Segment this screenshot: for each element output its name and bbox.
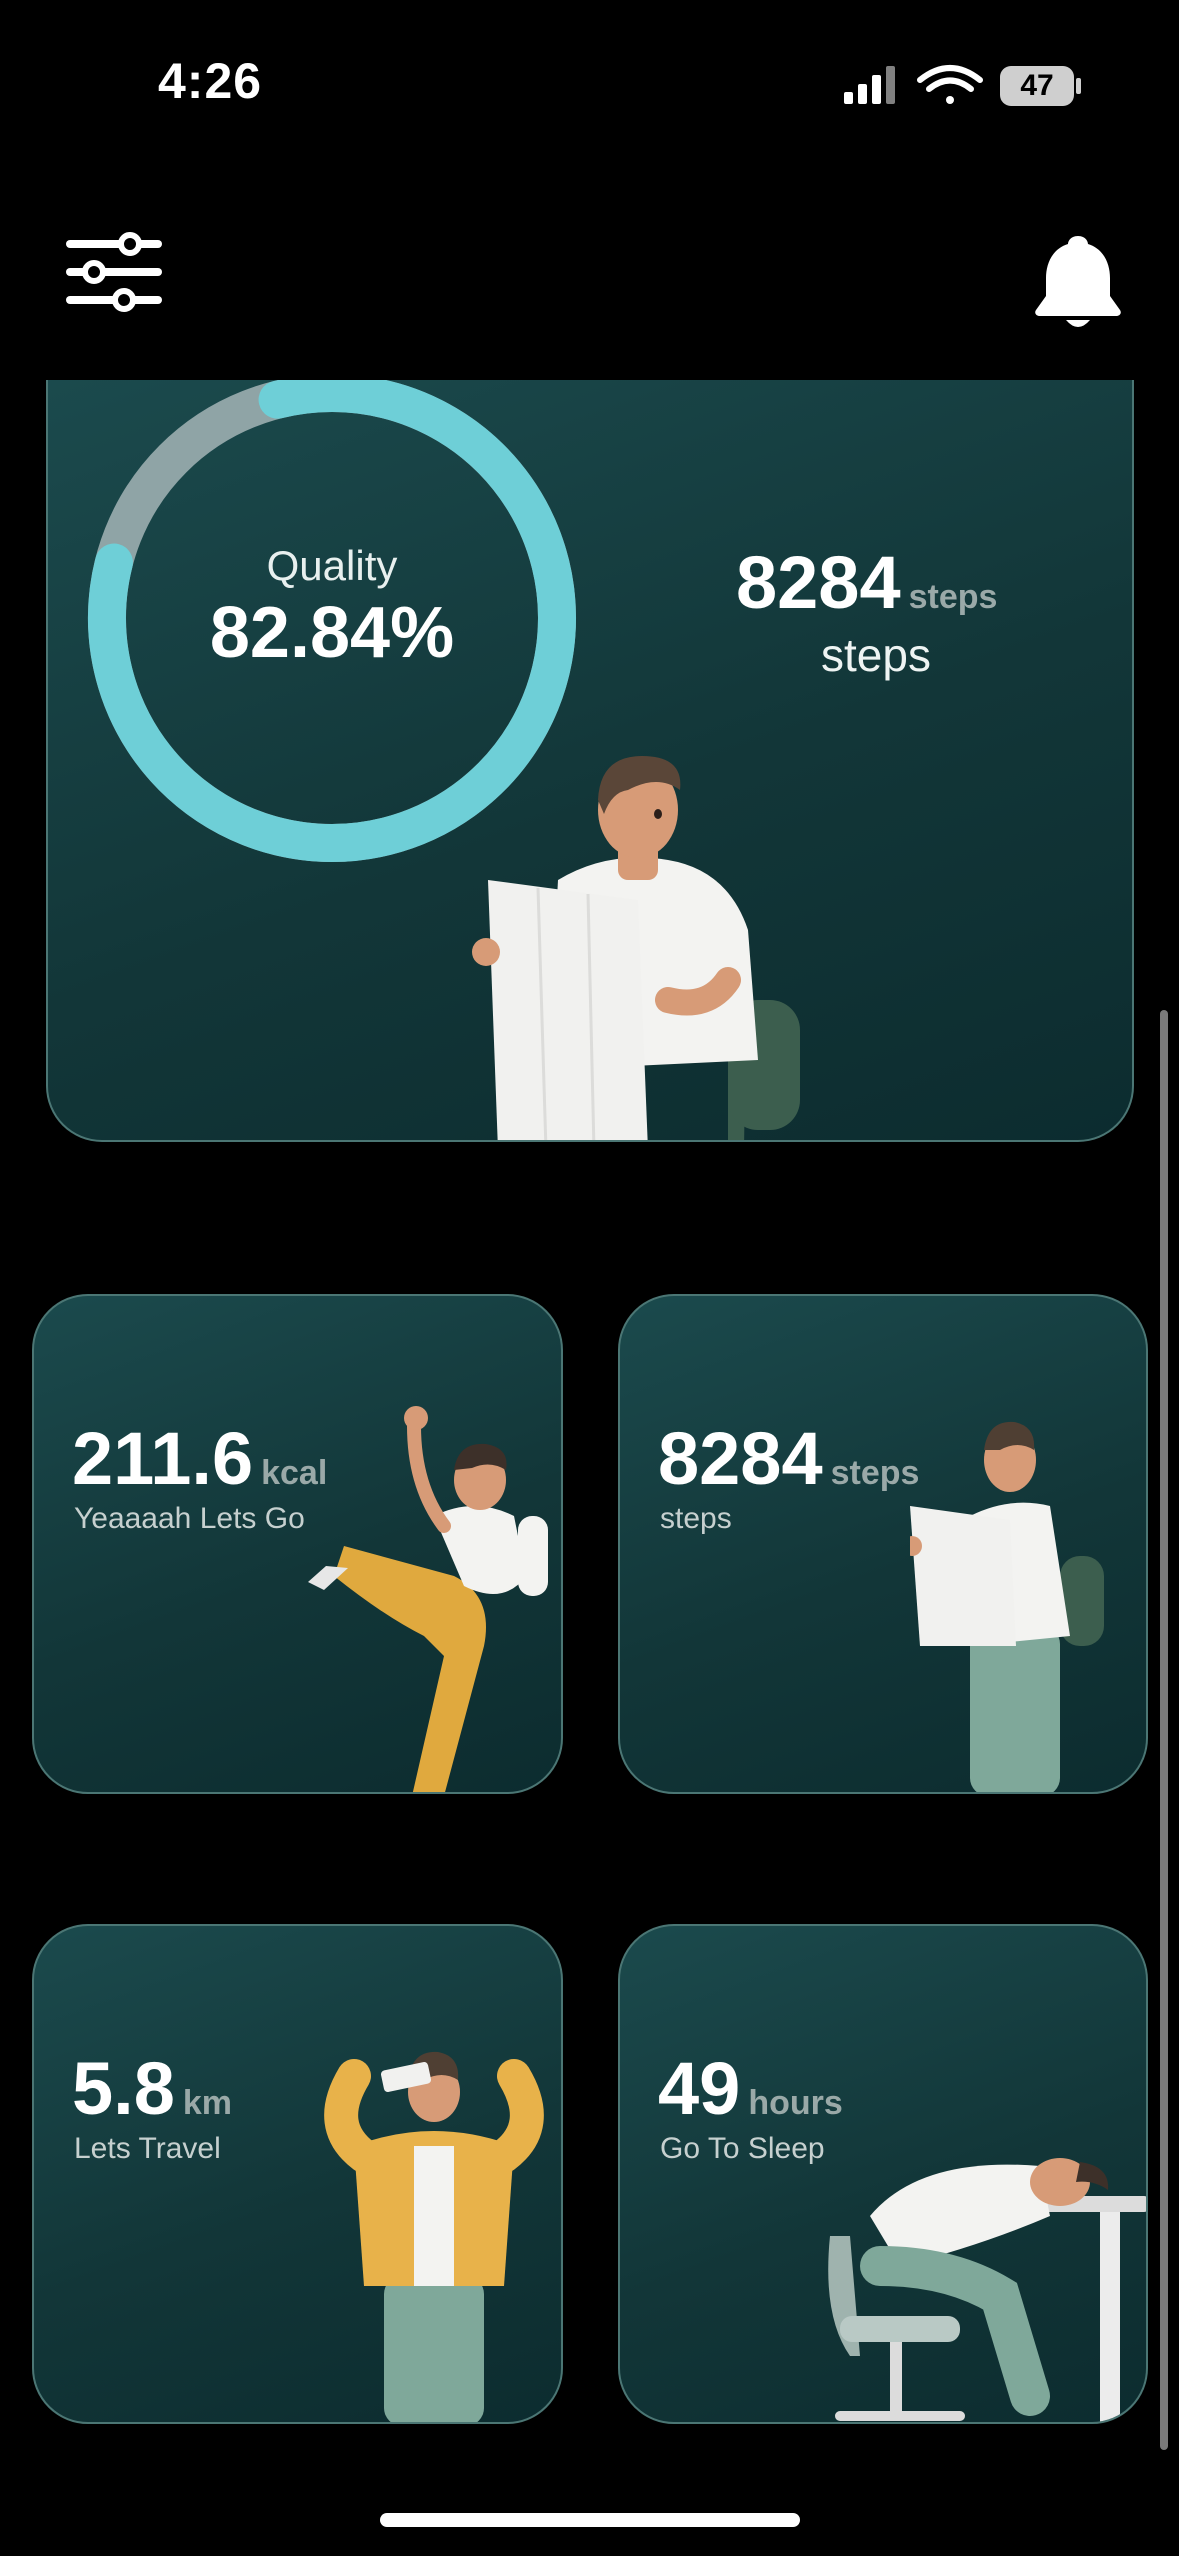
calories-caption: Yeaaaah Lets Go: [74, 1502, 305, 1535]
steps-metric: 8284 steps: [658, 1416, 919, 1501]
steps-unit: steps: [908, 578, 998, 616]
distance-unit: km: [182, 2084, 233, 2122]
sleep-value: 49: [658, 2047, 741, 2130]
signal-icon: [844, 66, 895, 104]
steps-summary: 8284 steps: [736, 540, 1056, 625]
calories-value: 211.6: [72, 1417, 254, 1500]
distance-metric: 5.8 km: [72, 2046, 232, 2131]
steps-value: 8284: [736, 541, 901, 624]
distance-caption: Lets Travel: [74, 2132, 221, 2165]
sliders-icon: [66, 232, 162, 312]
distance-value: 5.8: [72, 2047, 175, 2130]
notification-button[interactable]: [1032, 232, 1124, 332]
scrollbar[interactable]: [1160, 1010, 1168, 2450]
man-with-map-small-illustration: [910, 1421, 1104, 1792]
status-icons: 47: [842, 62, 1082, 112]
quality-label: Quality: [266, 542, 398, 589]
steps-card-value: 8284: [658, 1417, 823, 1500]
sleeping-man-illustration: [828, 2158, 1146, 2422]
man-with-map-illustration: [472, 756, 800, 1140]
photographer-illustration: [324, 2051, 544, 2422]
quality-card[interactable]: Quality 82.84% 8284 steps steps: [46, 380, 1134, 1142]
status-time: 4:26: [158, 53, 263, 109]
home-indicator[interactable]: [380, 2513, 800, 2527]
sleep-caption: Go To Sleep: [660, 2132, 825, 2165]
steps-card-unit: steps: [830, 1454, 920, 1492]
steps-card[interactable]: 8284 steps steps: [618, 1294, 1148, 1794]
filter-button[interactable]: [64, 230, 164, 314]
sleep-card[interactable]: 49 hours Go To Sleep: [618, 1924, 1148, 2424]
quality-value: 82.84%: [209, 593, 455, 673]
kicking-man-illustration: [308, 1406, 548, 1792]
battery-level: 47: [1020, 69, 1054, 102]
calories-card[interactable]: 211.6 kcal Yeaaaah Lets Go: [32, 1294, 563, 1794]
wifi-icon: [917, 65, 983, 104]
distance-card[interactable]: 5.8 km Lets Travel: [32, 1924, 563, 2424]
bell-icon: [1035, 236, 1121, 327]
steps-caption: steps: [821, 629, 931, 681]
calories-metric: 211.6 kcal: [72, 1416, 327, 1501]
steps-card-caption: steps: [660, 1502, 732, 1535]
